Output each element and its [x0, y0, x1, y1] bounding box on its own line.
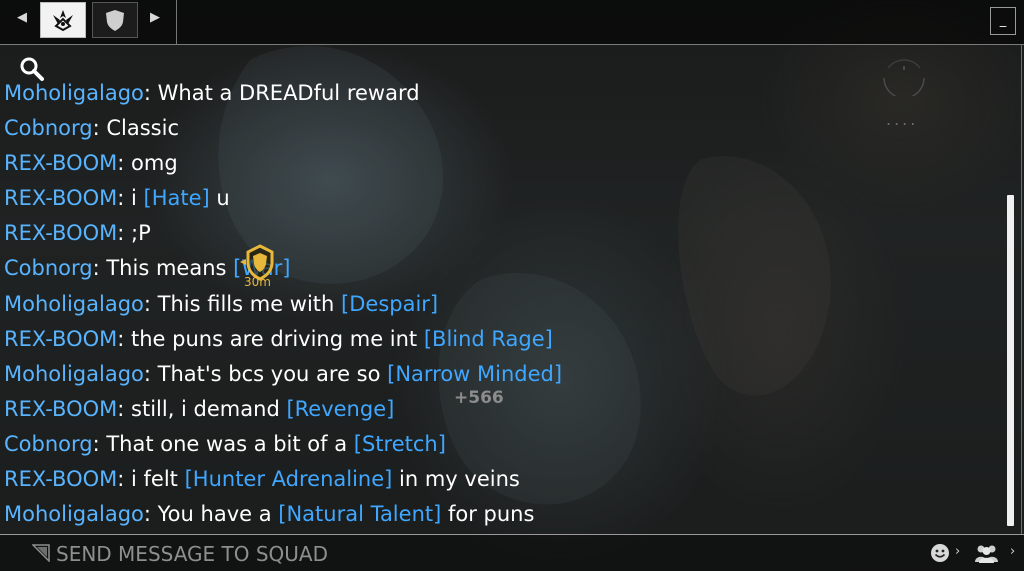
chevron-right-icon-2: ›	[1010, 544, 1016, 559]
author-separator: :	[92, 116, 107, 141]
message-text: for puns	[441, 502, 535, 527]
chat-message-list: Moholigalago: What a DREADful reward Cobn…	[4, 76, 984, 532]
message-text: You have a	[157, 502, 279, 527]
tab-bar-divider	[176, 0, 177, 44]
message-author[interactable]: Moholigalago	[4, 292, 144, 316]
chat-message: REX-BOOM: the puns are driving me int [B…	[4, 322, 984, 357]
message-author[interactable]: REX-BOOM	[4, 327, 117, 351]
minimize-button[interactable]: _	[990, 7, 1016, 35]
message-author[interactable]: Cobnorg	[4, 256, 93, 280]
item-link-tag[interactable]: [Hunter Adrenaline]	[185, 467, 393, 491]
chat-message: Cobnorg: Classic	[4, 111, 984, 146]
message-author[interactable]: REX-BOOM	[4, 151, 117, 175]
chat-tab-bar: ◀ ▶ _	[0, 0, 1024, 45]
author-separator: :	[143, 361, 158, 386]
message-author[interactable]: REX-BOOM	[4, 467, 117, 491]
message-text: u	[209, 186, 230, 211]
item-link-tag[interactable]: [Blind Rage]	[424, 327, 553, 351]
message-text: omg	[131, 151, 178, 176]
message-author[interactable]: REX-BOOM	[4, 397, 117, 421]
chat-message: REX-BOOM: ;P	[4, 216, 984, 251]
chat-message: Moholigalago: You have a [Natural Talent…	[4, 497, 984, 532]
message-text: This means	[106, 256, 234, 281]
chat-message: REX-BOOM: i [Hate] u	[4, 181, 984, 216]
author-separator: :	[92, 431, 107, 456]
message-text: in my veins	[392, 467, 520, 492]
chevron-right-icon: ›	[955, 544, 961, 559]
author-separator: :	[117, 151, 132, 176]
item-link-tag[interactable]: [Narrow Minded]	[387, 362, 562, 386]
shield-icon	[106, 10, 124, 31]
chat-message: REX-BOOM: i felt [Hunter Adrenaline] in …	[4, 462, 984, 497]
author-separator: :	[143, 81, 158, 105]
item-link-tag[interactable]: [Stretch]	[354, 432, 446, 456]
message-text: That's bcs you are so	[157, 361, 388, 386]
message-text: Classic	[106, 116, 179, 141]
message-author[interactable]: Cobnorg	[4, 116, 93, 140]
author-separator: :	[117, 396, 132, 421]
waypoint-distance: 30m	[244, 275, 271, 289]
message-text: ;P	[131, 221, 151, 246]
send-message-input[interactable]	[54, 540, 858, 568]
tab-shield[interactable]	[92, 2, 138, 38]
item-link-tag[interactable]: [Natural Talent]	[278, 502, 441, 526]
tab-scroll-right-icon[interactable]: ▶	[150, 10, 160, 25]
message-author[interactable]: Moholigalago	[4, 502, 144, 526]
message-text: i felt	[131, 467, 185, 492]
smiley-icon[interactable]	[930, 543, 950, 563]
message-author[interactable]: Moholigalago	[4, 81, 144, 105]
message-author[interactable]: Cobnorg	[4, 432, 93, 456]
message-author[interactable]: REX-BOOM	[4, 221, 117, 245]
squad-people-icon[interactable]	[972, 543, 1002, 563]
item-link-tag[interactable]: [Revenge]	[286, 397, 394, 421]
chat-message: Cobnorg: That one was a bit of a [Stretc…	[4, 427, 984, 462]
message-author[interactable]: Moholigalago	[4, 362, 144, 386]
message-text: i	[131, 186, 144, 211]
author-separator: :	[143, 502, 158, 527]
item-link-tag[interactable]: [Hate]	[144, 186, 210, 210]
chat-message: Moholigalago: That's bcs you are so [Nar…	[4, 357, 984, 392]
message-text: the puns are driving me int	[131, 326, 424, 351]
message-text: That one was a bit of a	[106, 431, 354, 456]
message-text: What a DREADful reward	[157, 81, 420, 105]
author-separator: :	[117, 326, 132, 351]
score-popup: +566	[454, 388, 504, 408]
message-text: still, i demand	[131, 396, 287, 421]
author-separator: :	[117, 221, 132, 246]
author-separator: :	[92, 256, 107, 281]
message-text: This fills me with	[157, 291, 342, 316]
author-separator: :	[143, 291, 158, 316]
item-link-tag[interactable]: [Despair]	[341, 292, 438, 316]
tab-scroll-left-icon[interactable]: ◀	[17, 10, 27, 25]
tab-clan-emblem[interactable]	[40, 2, 86, 38]
chat-message: Cobnorg: This means [War]	[4, 251, 984, 286]
author-separator: :	[117, 186, 132, 211]
message-composer: › ›	[0, 534, 1024, 571]
author-separator: :	[117, 467, 132, 492]
chat-message: Moholigalago: This fills me with [Despai…	[4, 287, 984, 322]
chat-scrollbar[interactable]	[1007, 195, 1014, 526]
chat-message: Moholigalago: What a DREADful reward	[4, 76, 984, 111]
message-author[interactable]: REX-BOOM	[4, 186, 117, 210]
chat-message: REX-BOOM: omg	[4, 146, 984, 181]
send-triangle-icon	[32, 544, 50, 562]
lotus-emblem-icon	[53, 10, 73, 32]
